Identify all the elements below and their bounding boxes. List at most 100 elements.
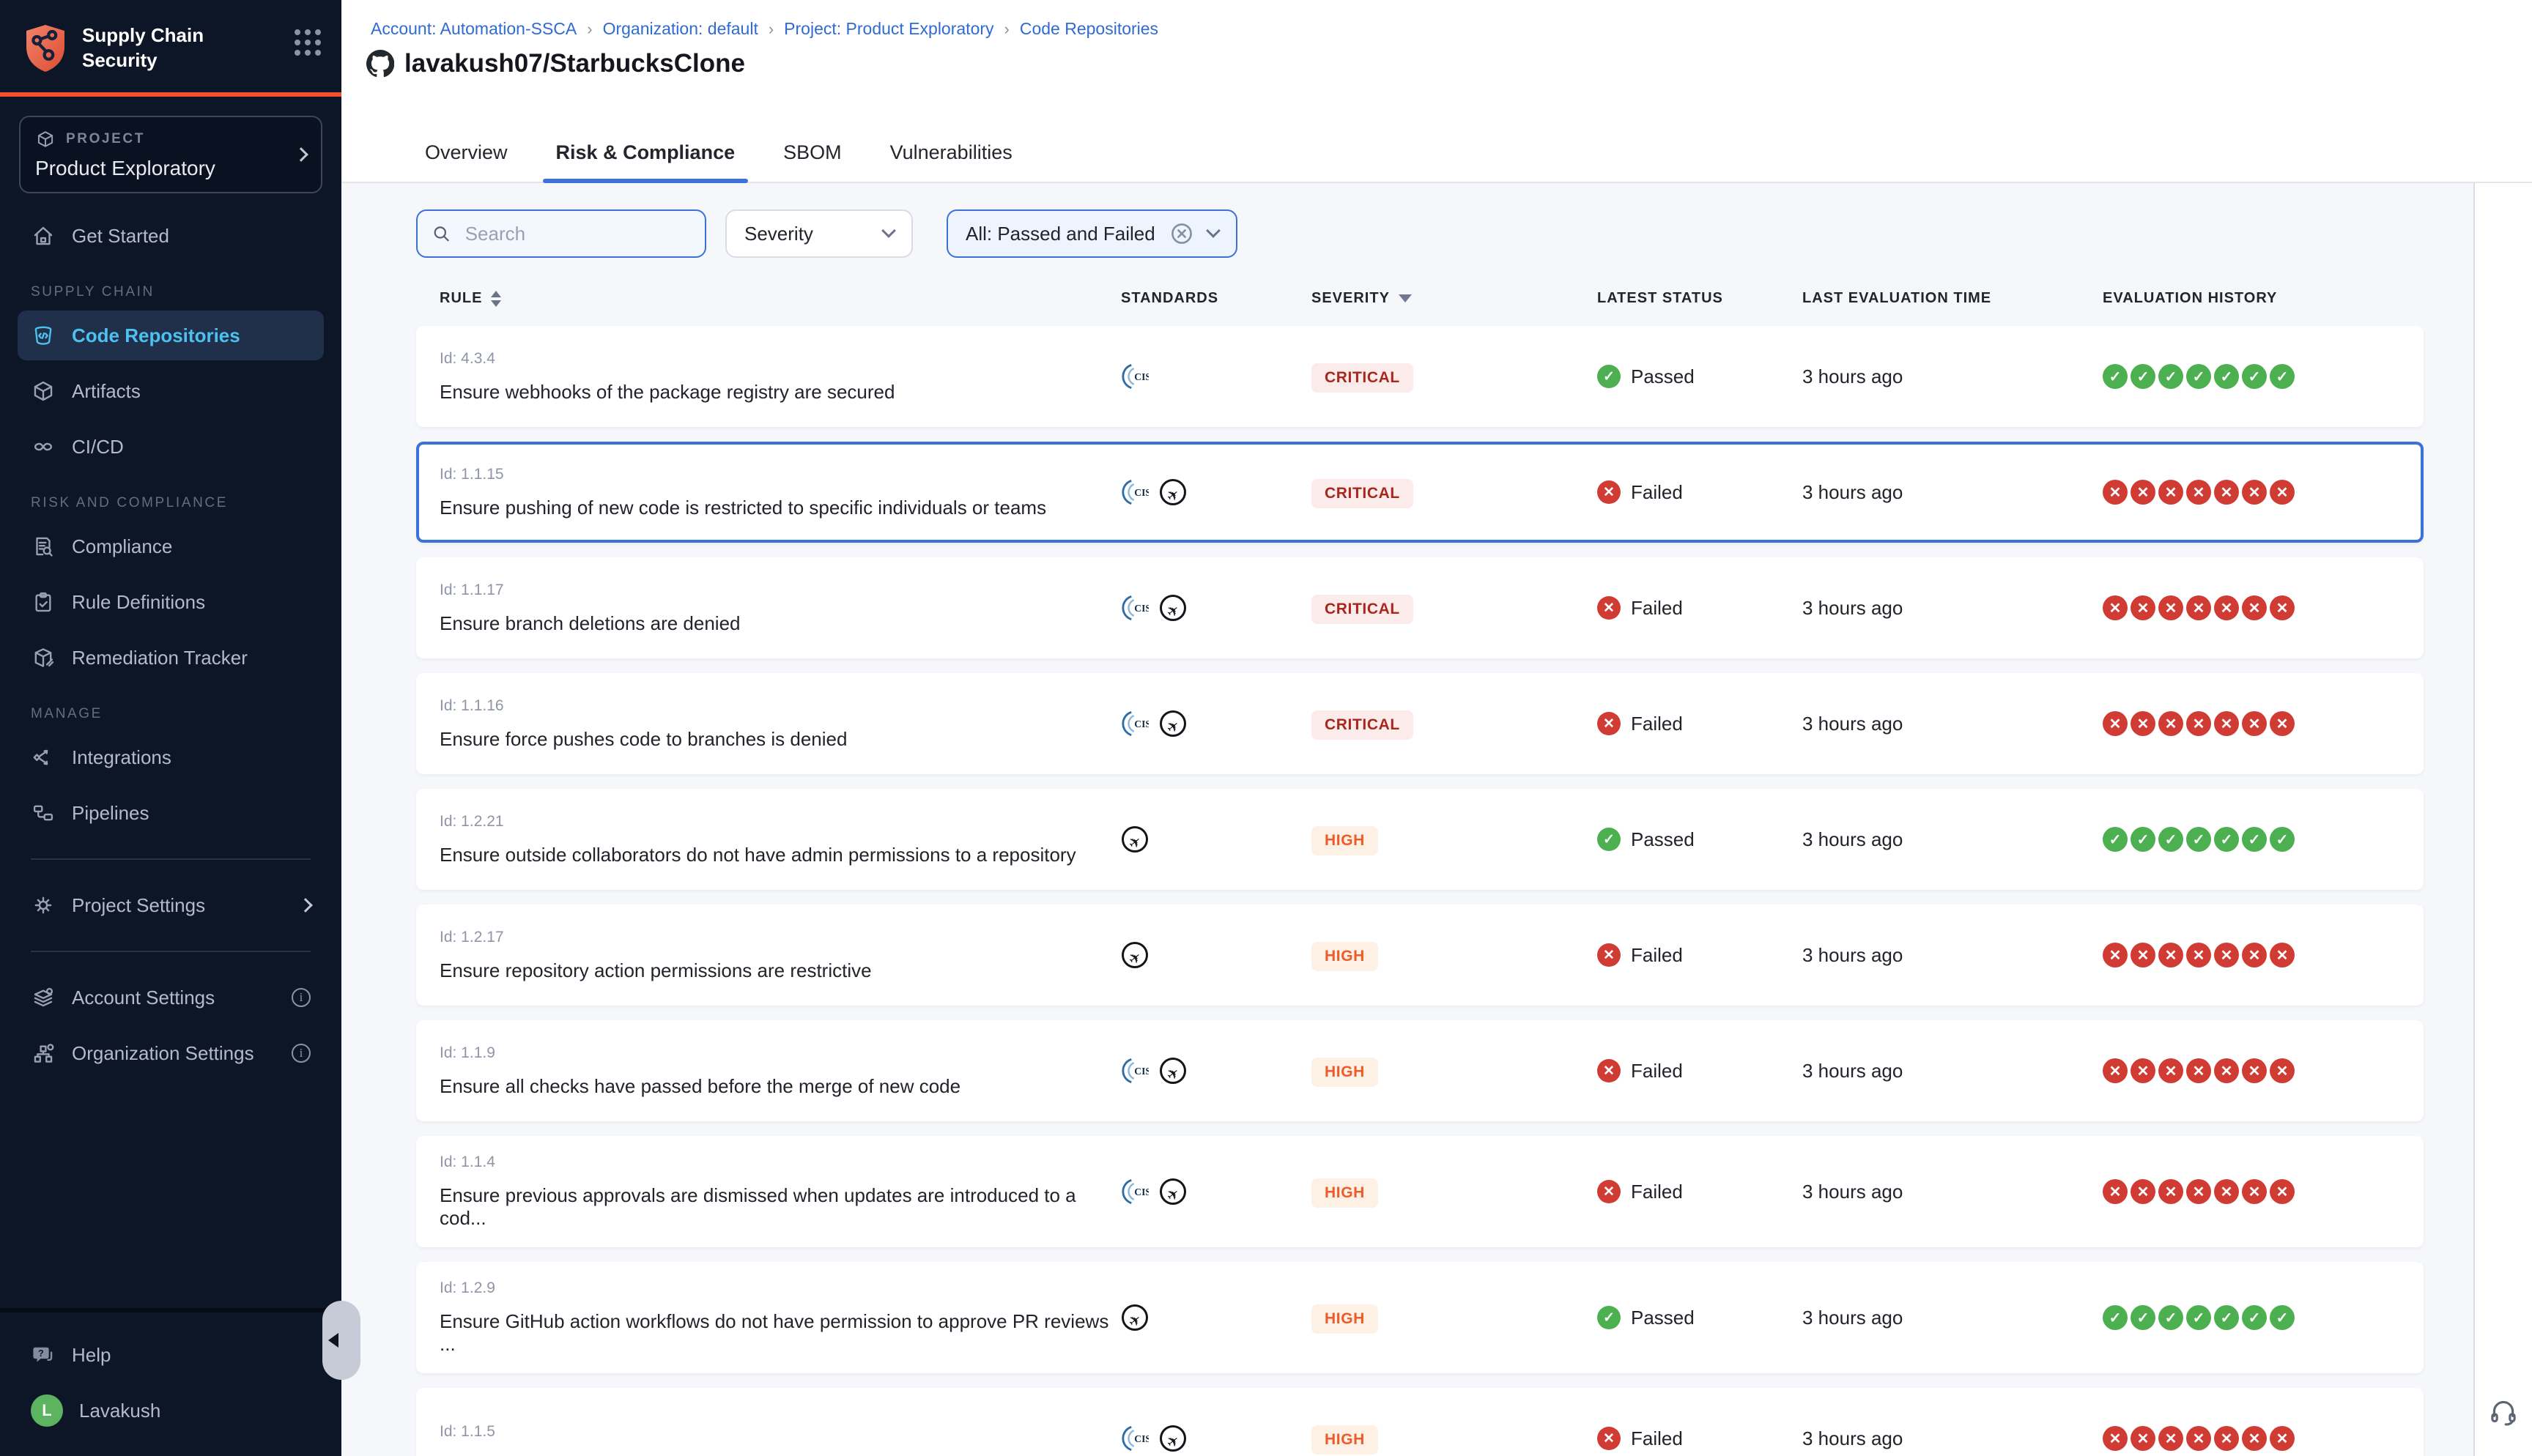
sidebar-item-rule-definitions[interactable]: Rule Definitions [18,577,324,627]
table-row[interactable]: Id: 1.1.9 Ensure all checks have passed … [416,1020,2424,1121]
table-row[interactable]: Id: 4.3.4 Ensure webhooks of the package… [416,326,2424,427]
table-row[interactable]: Id: 1.1.5 CIS HIGH Failed 3 hours ago [416,1388,2424,1456]
rule-cell: Id: 1.2.9 Ensure GitHub action workflows… [440,1279,1121,1356]
clear-filter-icon[interactable] [1170,222,1193,245]
artifacts-cube-icon [31,379,56,404]
layers-gear-icon [31,985,56,1010]
rule-id: Id: 1.1.5 [440,1423,1121,1441]
rules-table: Id: 4.3.4 Ensure webhooks of the package… [416,326,2424,1456]
sidebar-item-project-settings[interactable]: Project Settings [18,880,324,930]
sidebar-item-help[interactable]: ? Help [18,1330,324,1380]
table-row[interactable]: Id: 1.2.21 Ensure outside collaborators … [416,789,2424,890]
history-failed-icon [2214,1426,2239,1451]
sidebar-item-get-started[interactable]: Get Started [18,211,324,261]
history-cell [2103,480,2400,505]
search-input[interactable] [462,221,690,247]
sidebar-item-remediation-tracker[interactable]: Remediation Tracker [18,633,324,683]
table-row[interactable]: Id: 1.2.9 Ensure GitHub action workflows… [416,1262,2424,1373]
status-cell: Failed [1597,1059,1802,1082]
tab-vulnerabilities[interactable]: Vulnerabilities [889,130,1014,182]
page-header: Account: Automation-SSCA › Organization:… [341,0,2532,183]
standards-cell: CIS [1121,1425,1311,1452]
severity-filter-dropdown[interactable]: Severity [725,209,913,258]
rule-id: Id: 1.2.21 [440,813,1121,831]
breadcrumb-project[interactable]: Project: Product Exploratory [784,19,993,39]
status-icon [1597,828,1621,851]
project-cube-icon [35,129,56,149]
history-failed-icon [2214,480,2239,505]
app-grid-icon[interactable] [295,29,321,56]
column-severity[interactable]: SEVERITY [1311,290,1597,307]
sidebar-collapse-handle[interactable] [322,1301,360,1380]
history-cell [2103,827,2400,852]
history-failed-icon [2103,1426,2128,1451]
rule-title: Ensure previous approvals are dismissed … [440,1184,1121,1230]
info-icon[interactable] [292,1044,311,1063]
severity-cell: HIGH [1311,940,1597,971]
rule-id: Id: 4.3.4 [440,350,1121,368]
tab-sbom[interactable]: SBOM [782,130,843,182]
status-icon [1597,712,1621,735]
owasp-standard-badge [1159,1178,1187,1206]
main-area: Account: Automation-SSCA › Organization:… [341,0,2532,1456]
brand-divider [0,92,341,97]
history-failed-icon [2103,595,2128,620]
sidebar-footer: ? Help L Lavakush [0,1308,341,1456]
history-passed-icon [2214,1305,2239,1330]
sidebar-item-organization-settings[interactable]: Organization Settings [18,1028,324,1078]
severity-badge: HIGH [1311,1058,1378,1087]
sidebar-item-code-repositories[interactable]: Code Repositories [18,311,324,360]
support-button[interactable] [2488,1396,2519,1433]
history-failed-icon [2270,1179,2295,1204]
rule-id: Id: 1.2.17 [440,929,1121,946]
tab-overview[interactable]: Overview [423,130,509,182]
history-cell [2103,1058,2400,1083]
owasp-standard-badge [1159,594,1187,622]
status-cell: Failed [1597,1180,1802,1203]
severity-badge: CRITICAL [1311,710,1413,740]
home-icon [31,223,56,248]
rule-cell: Id: 1.1.9 Ensure all checks have passed … [440,1044,1121,1098]
project-selector[interactable]: PROJECT Product Exploratory [19,116,322,193]
history-passed-icon [2103,827,2128,852]
owasp-standard-badge [1121,825,1149,853]
table-row[interactable]: Id: 1.1.17 Ensure branch deletions are d… [416,557,2424,658]
user-menu[interactable]: L Lavakush [18,1386,324,1435]
evaluation-time: 3 hours ago [1802,1427,2103,1450]
status-filter-dropdown[interactable]: All: Passed and Failed [947,209,1237,258]
rule-cell: Id: 1.1.15 Ensure pushing of new code is… [440,466,1121,519]
sidebar-item-artifacts[interactable]: Artifacts [18,366,324,416]
evaluation-time: 3 hours ago [1802,1181,2103,1203]
table-row[interactable]: Id: 1.1.4 Ensure previous approvals are … [416,1136,2424,1247]
cis-standard-badge: CIS [1121,1178,1149,1206]
standards-cell: CIS [1121,363,1311,390]
sidebar-item-account-settings[interactable]: Account Settings [18,973,324,1022]
divider [31,858,311,860]
svg-text:CIS: CIS [1134,371,1149,382]
breadcrumb-organization[interactable]: Organization: default [603,19,758,39]
info-icon[interactable] [292,988,311,1007]
sidebar-item-cicd[interactable]: CI/CD [18,422,324,472]
table-row[interactable]: Id: 1.2.17 Ensure repository action perm… [416,905,2424,1006]
table-row[interactable]: Id: 1.1.15 Ensure pushing of new code is… [416,442,2424,543]
status-cell: Failed [1597,1427,1802,1450]
sidebar-item-compliance[interactable]: Compliance [18,521,324,571]
column-last-evaluation-time: LAST EVALUATION TIME [1802,290,2103,307]
history-failed-icon [2186,1058,2211,1083]
table-row[interactable]: Id: 1.1.16 Ensure force pushes code to b… [416,673,2424,774]
history-failed-icon [2186,595,2211,620]
standards-cell [1121,825,1311,853]
breadcrumb-code-repositories[interactable]: Code Repositories [1020,19,1158,39]
status-icon [1597,1427,1621,1450]
rule-title: Ensure outside collaborators do not have… [440,844,1121,866]
tab-risk-compliance[interactable]: Risk & Compliance [555,130,737,182]
column-rule[interactable]: RULE [440,290,1121,307]
sidebar-item-integrations[interactable]: Integrations [18,732,324,782]
project-name: Product Exploratory [35,157,296,180]
sidebar-item-pipelines[interactable]: Pipelines [18,788,324,838]
status-icon [1597,365,1621,388]
rule-title: Ensure repository action permissions are… [440,959,1121,982]
sort-icon[interactable] [491,291,501,307]
section-label-supply-chain: SUPPLY CHAIN [31,284,324,300]
breadcrumb-account[interactable]: Account: Automation-SSCA [371,19,577,39]
